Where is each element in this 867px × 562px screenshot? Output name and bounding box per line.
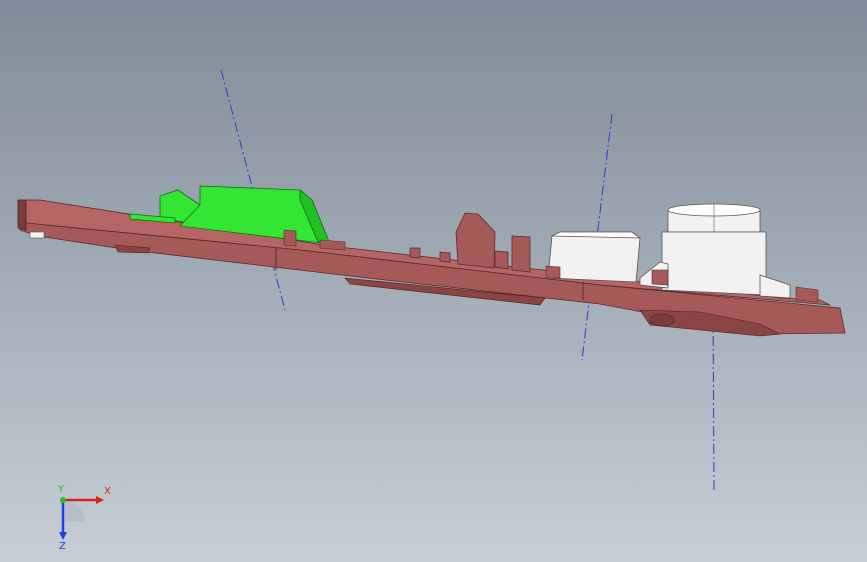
y-axis-label: Y <box>57 484 65 495</box>
coordinate-triad: X Y Z <box>57 484 111 550</box>
cad-3d-viewport[interactable]: X Y Z <box>0 0 867 562</box>
z-arrow-head-icon <box>59 532 67 540</box>
model-scene[interactable] <box>0 0 867 562</box>
z-axis-label: Z <box>59 541 66 550</box>
triad-backdrop <box>63 500 85 522</box>
white-cylinder-part[interactable] <box>639 203 819 303</box>
y-axis-dot-icon <box>60 497 66 503</box>
white-box-part[interactable] <box>545 231 642 283</box>
x-axis-label: X <box>104 486 111 497</box>
x-arrow-head-icon <box>96 496 104 504</box>
